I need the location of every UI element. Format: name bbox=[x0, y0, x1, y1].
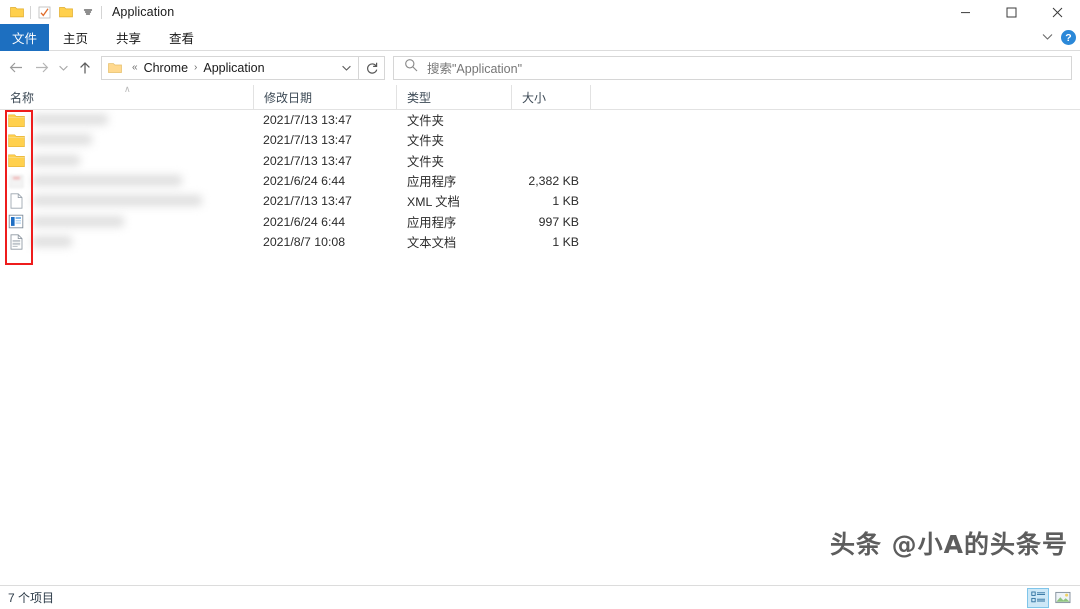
window-title: Application bbox=[112, 5, 175, 19]
minimize-button[interactable] bbox=[942, 0, 988, 24]
chevron-down-icon[interactable] bbox=[1041, 32, 1054, 44]
folder-icon bbox=[0, 113, 32, 128]
forward-button[interactable] bbox=[29, 54, 54, 82]
column-header-name[interactable]: 名称 ∧ bbox=[0, 85, 253, 109]
properties-icon[interactable] bbox=[33, 1, 55, 23]
address-bar[interactable]: « Chrome › Application bbox=[101, 55, 359, 80]
table-row[interactable]: 2021/6/24 6:44 应用程序 2,382 KB bbox=[0, 171, 1080, 191]
address-dropdown-icon[interactable] bbox=[334, 57, 358, 79]
file-type: 应用程序 bbox=[407, 215, 457, 230]
tab-home[interactable]: 主页 bbox=[49, 24, 102, 51]
item-count-label: 7 个项目 bbox=[8, 591, 55, 605]
table-row[interactable]: 2021/7/13 13:47 文件夹 bbox=[0, 130, 1080, 150]
file-size: 2,382 KB bbox=[528, 174, 579, 189]
file-date: 2021/6/24 6:44 bbox=[263, 174, 346, 189]
file-name-redacted bbox=[32, 191, 253, 211]
file-date: 2021/8/7 10:08 bbox=[263, 234, 346, 249]
breadcrumb-overflow-icon[interactable]: « bbox=[127, 62, 143, 73]
file-name-redacted bbox=[32, 232, 253, 252]
column-header-date[interactable]: 修改日期 bbox=[253, 85, 397, 109]
file-date: 2021/7/13 13:47 bbox=[263, 194, 352, 209]
file-name-redacted bbox=[32, 151, 253, 171]
file-date: 2021/6/24 6:44 bbox=[263, 214, 346, 229]
refresh-button[interactable] bbox=[359, 55, 385, 80]
tab-file[interactable]: 文件 bbox=[0, 24, 50, 51]
new-folder-icon[interactable] bbox=[55, 1, 77, 23]
file-date: 2021/7/13 13:47 bbox=[263, 153, 352, 168]
watermark: 头条 @小A的头条号 bbox=[829, 530, 1068, 559]
details-view-button[interactable] bbox=[1027, 587, 1049, 608]
title-bar: Application bbox=[0, 0, 1080, 24]
search-placeholder: 搜索"Application" bbox=[427, 62, 523, 76]
text-document-icon bbox=[0, 234, 32, 250]
customize-dropdown-icon[interactable] bbox=[77, 1, 99, 23]
window-controls bbox=[942, 0, 1080, 24]
navigation-bar: « Chrome › Application 搜索"Application" bbox=[0, 51, 1080, 85]
close-button[interactable] bbox=[1034, 0, 1080, 24]
file-type: 文件夹 bbox=[407, 134, 444, 149]
column-header-size-label: 大小 bbox=[522, 90, 547, 105]
table-row[interactable]: 2021/7/13 13:47 文件夹 bbox=[0, 110, 1080, 130]
file-date: 2021/7/13 13:47 bbox=[263, 133, 352, 148]
column-header-date-label: 修改日期 bbox=[264, 90, 313, 105]
file-name-redacted bbox=[32, 130, 253, 150]
file-type: 文本文档 bbox=[407, 235, 457, 250]
xml-document-icon bbox=[0, 193, 32, 209]
file-list[interactable]: 2021/7/13 13:47 文件夹 2021/7/13 13:47 文件夹 bbox=[0, 110, 1080, 585]
maximize-button[interactable] bbox=[988, 0, 1034, 24]
tab-view[interactable]: 查看 bbox=[155, 24, 208, 51]
folder-icon bbox=[0, 133, 32, 148]
breadcrumb-separator-icon[interactable]: › bbox=[189, 62, 202, 73]
quick-access-toolbar bbox=[0, 0, 104, 24]
recent-locations-button[interactable] bbox=[54, 54, 72, 82]
toolbar-separator bbox=[30, 5, 31, 19]
toolbar-separator-2 bbox=[101, 5, 102, 19]
file-size: 1 KB bbox=[552, 194, 579, 209]
file-explorer-window: Application 文件 主页 共享 查看 ? « Chrome › App… bbox=[0, 0, 1080, 609]
table-row[interactable]: 2021/6/24 6:44 应用程序 997 KB bbox=[0, 211, 1080, 231]
file-date: 2021/7/13 13:47 bbox=[263, 113, 352, 128]
sort-ascending-icon: ∧ bbox=[124, 84, 131, 94]
search-icon bbox=[404, 58, 418, 77]
column-header-size[interactable]: 大小 bbox=[512, 85, 591, 109]
application-icon bbox=[0, 174, 32, 189]
column-headers: 名称 ∧ 修改日期 类型 大小 bbox=[0, 85, 1080, 110]
folder-icon bbox=[0, 153, 32, 168]
folder-icon[interactable] bbox=[6, 1, 28, 23]
file-type: 文件夹 bbox=[407, 154, 444, 169]
status-bar: 7 个项目 bbox=[0, 585, 1080, 609]
file-type: 文件夹 bbox=[407, 114, 444, 129]
table-row[interactable]: 2021/7/13 13:47 XML 文档 1 KB bbox=[0, 191, 1080, 211]
file-type: 应用程序 bbox=[407, 175, 457, 190]
back-button[interactable] bbox=[4, 54, 29, 82]
file-type: XML 文档 bbox=[407, 195, 460, 210]
table-row[interactable]: 2021/7/13 13:47 文件夹 bbox=[0, 151, 1080, 171]
address-folder-icon bbox=[108, 62, 122, 74]
column-header-type-label: 类型 bbox=[407, 90, 432, 105]
large-icons-view-button[interactable] bbox=[1052, 588, 1074, 608]
file-size: 997 KB bbox=[538, 214, 579, 229]
breadcrumb-item-application[interactable]: Application bbox=[202, 61, 265, 75]
column-header-name-label: 名称 bbox=[10, 90, 35, 105]
column-header-filler bbox=[591, 85, 1080, 109]
tab-share[interactable]: 共享 bbox=[102, 24, 155, 51]
application-blue-icon bbox=[0, 214, 32, 229]
ribbon-right-controls: ? bbox=[1041, 24, 1076, 51]
view-mode-buttons bbox=[1027, 587, 1074, 608]
file-name-redacted bbox=[32, 212, 253, 232]
file-name-redacted bbox=[32, 110, 253, 130]
help-icon[interactable]: ? bbox=[1061, 30, 1076, 45]
ribbon-tab-bar: 文件 主页 共享 查看 ? bbox=[0, 24, 1080, 51]
table-row[interactable]: 2021/8/7 10:08 文本文档 1 KB bbox=[0, 232, 1080, 252]
up-button[interactable] bbox=[72, 54, 97, 82]
file-name-redacted bbox=[32, 171, 253, 191]
column-header-type[interactable]: 类型 bbox=[397, 85, 512, 109]
file-size: 1 KB bbox=[552, 234, 579, 249]
search-box[interactable]: 搜索"Application" bbox=[393, 55, 1072, 80]
breadcrumb-item-chrome[interactable]: Chrome bbox=[143, 61, 189, 75]
